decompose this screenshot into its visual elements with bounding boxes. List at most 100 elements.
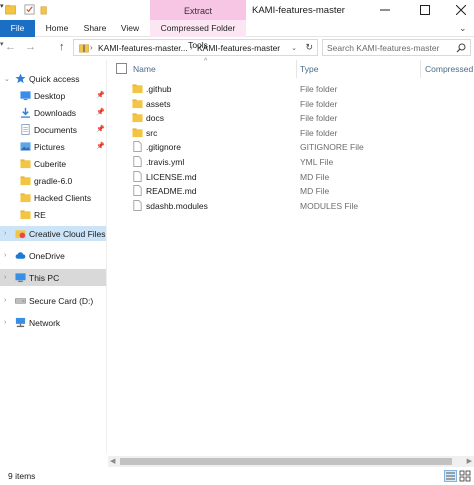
sidebar-item-label: Documents (34, 125, 77, 135)
file-icon (133, 185, 142, 197)
sidebar-item-cuberite[interactable]: Cuberite (0, 156, 106, 171)
customize-quick-access-dropdown-icon[interactable]: ▾ (0, 3, 4, 10)
file-type: File folder (300, 113, 338, 124)
column-header-compressed[interactable]: Compressed (425, 64, 473, 74)
sidebar-item-label: Creative Cloud Files (29, 229, 106, 239)
status-bar: 9 items (0, 467, 474, 485)
pin-icon[interactable]: 📌 (96, 108, 105, 116)
back-arrow-icon[interactable]: ← (5, 41, 16, 53)
sidebar-item-label: Desktop (34, 91, 66, 101)
sidebar-item-documents[interactable]: Documents 📌 (0, 122, 106, 137)
chevron-right-icon[interactable]: › (4, 297, 6, 304)
details-view-button[interactable] (444, 470, 457, 482)
file-type: GITIGNORE File (300, 142, 364, 153)
desktop-icon (20, 91, 31, 101)
maximize-button[interactable] (412, 0, 438, 20)
chevron-right-icon[interactable]: › (4, 319, 6, 326)
breadcrumb-item[interactable]: KAMI-features-master... (98, 43, 188, 53)
file-row[interactable]: .travis.yml YML File (108, 155, 474, 169)
column-header-name[interactable]: Name (133, 64, 156, 74)
sidebar-item-pictures[interactable]: Pictures 📌 (0, 139, 106, 154)
sidebar-item-onedrive[interactable]: › OneDrive (0, 248, 106, 263)
minimize-button[interactable] (372, 0, 398, 20)
sidebar-item-creative-cloud[interactable]: › Creative Cloud Files (0, 226, 106, 241)
tab-view[interactable]: View (116, 20, 144, 37)
file-type: File folder (300, 127, 338, 138)
network-icon (15, 317, 26, 328)
pin-icon[interactable]: 📌 (96, 125, 105, 133)
sidebar-item-label: Secure Card (D:) (29, 296, 94, 306)
window-title: KAMI-features-master (252, 5, 345, 16)
file-row[interactable]: src File folder (108, 126, 474, 140)
new-folder-icon[interactable] (40, 4, 51, 15)
file-row[interactable]: sdashb.modules MODULES File (108, 199, 474, 213)
sidebar-item-this-pc[interactable]: › This PC (0, 269, 106, 286)
properties-icon[interactable] (24, 4, 35, 15)
tab-file[interactable]: File (0, 20, 35, 37)
creative-cloud-icon (15, 230, 26, 239)
scrollbar-thumb[interactable] (120, 458, 452, 465)
sort-ascending-icon: ^ (204, 58, 208, 65)
close-icon (456, 5, 466, 15)
close-button[interactable] (448, 0, 474, 20)
address-row: ← → ▾ ↑ › KAMI-features-master... › KAMI… (0, 38, 474, 58)
tab-compressed-folder-tools[interactable]: Compressed Folder Tools (150, 20, 246, 50)
file-icon (133, 141, 142, 153)
file-name: .gitignore (146, 142, 181, 153)
sidebar-item-downloads[interactable]: Downloads 📌 (0, 105, 106, 120)
sidebar-item-network[interactable]: › Network (0, 315, 106, 330)
folder-icon (20, 193, 31, 203)
expand-ribbon-chevron-icon[interactable]: ⌄ (459, 23, 467, 34)
file-icon (133, 199, 142, 211)
folder-icon (132, 128, 143, 137)
chevron-right-icon[interactable]: › (4, 230, 6, 237)
column-divider[interactable] (420, 60, 421, 78)
search-box[interactable] (322, 39, 471, 56)
sidebar-item-quick-access[interactable]: ⌄ Quick access (0, 71, 106, 86)
cloud-icon (15, 252, 26, 259)
refresh-icon[interactable]: ↻ (305, 42, 313, 53)
file-row[interactable]: assets File folder (108, 97, 474, 111)
sidebar-item-hacked-clients[interactable]: Hacked Clients (0, 190, 106, 205)
sidebar-item-label: RE (34, 210, 46, 220)
file-row[interactable]: docs File folder (108, 111, 474, 125)
sidebar-item-label: Pictures (34, 142, 65, 152)
file-row[interactable]: README.md MD File (108, 184, 474, 198)
sidebar-item-re[interactable]: RE (0, 207, 106, 222)
computer-icon (15, 273, 26, 283)
chevron-right-icon[interactable]: › (4, 274, 6, 281)
file-row[interactable]: .github File folder (108, 82, 474, 96)
chevron-down-icon[interactable]: ⌄ (4, 75, 10, 83)
horizontal-scrollbar[interactable]: ◀ ▶ (108, 456, 474, 467)
address-dropdown-icon[interactable]: ⌄ (291, 44, 297, 52)
file-type: File folder (300, 98, 338, 109)
breadcrumb-separator-icon: › (190, 43, 193, 52)
large-icons-view-button[interactable] (459, 470, 471, 482)
file-name: docs (146, 113, 164, 124)
sidebar-item-gradle[interactable]: gradle-6.0 (0, 173, 106, 188)
recent-locations-dropdown-icon[interactable]: ▾ (0, 41, 4, 48)
sidebar-item-secure-card[interactable]: › Secure Card (D:) (0, 293, 106, 308)
forward-arrow-icon[interactable]: → (25, 41, 36, 53)
search-input[interactable] (327, 41, 453, 55)
column-divider[interactable] (296, 60, 297, 78)
up-arrow-icon[interactable]: ↑ (59, 41, 65, 53)
address-bar[interactable]: › KAMI-features-master... › KAMI-feature… (73, 39, 318, 56)
scroll-right-arrow-icon[interactable]: ▶ (467, 457, 472, 465)
pin-icon[interactable]: 📌 (96, 91, 105, 99)
file-row[interactable]: .gitignore GITIGNORE File (108, 140, 474, 154)
pin-icon[interactable]: 📌 (96, 142, 105, 150)
column-header-type[interactable]: Type (300, 64, 318, 74)
sidebar-item-label: OneDrive (29, 251, 65, 261)
chevron-right-icon[interactable]: › (4, 252, 6, 259)
sidebar-item-desktop[interactable]: Desktop 📌 (0, 88, 106, 103)
navigation-pane: ⌄ Quick access Desktop 📌 Downloads 📌 Doc… (0, 60, 107, 453)
sidebar-item-label: Network (29, 318, 61, 328)
file-row[interactable]: LICENSE.md MD File (108, 170, 474, 184)
file-type: MD File (300, 171, 330, 182)
scroll-left-arrow-icon[interactable]: ◀ (110, 457, 115, 465)
tab-home[interactable]: Home (42, 20, 72, 37)
tab-share[interactable]: Share (80, 20, 110, 37)
select-all-checkbox[interactable] (116, 63, 127, 74)
breadcrumb-item-current[interactable]: KAMI-features-master (197, 43, 280, 53)
